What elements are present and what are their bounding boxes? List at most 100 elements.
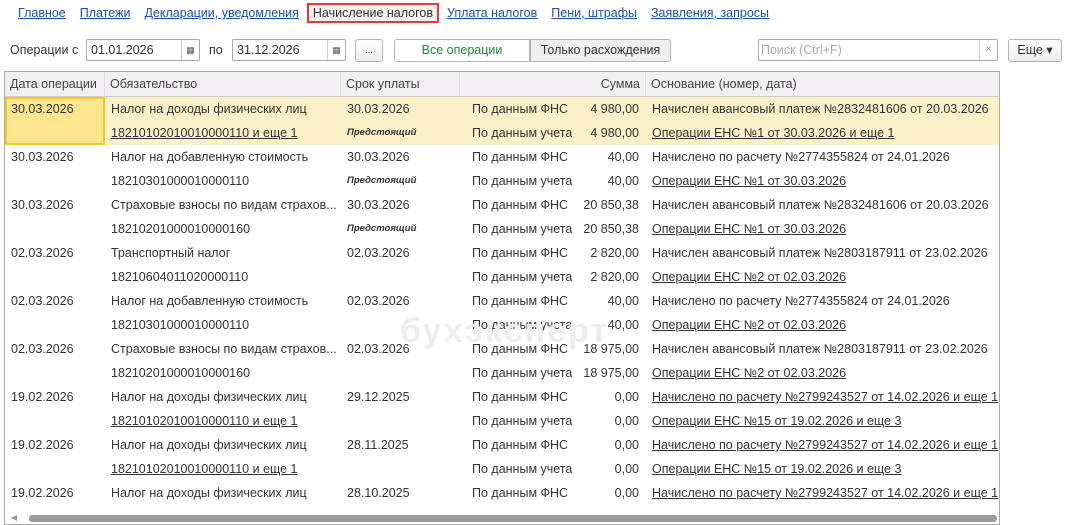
horizontal-scrollbar[interactable]: ◀ xyxy=(5,512,999,524)
kbk-code: 18210201000010000160 xyxy=(111,222,251,236)
source-label: По данным учета xyxy=(472,174,573,188)
clear-icon[interactable]: × xyxy=(979,40,997,60)
table-row[interactable]: 02.03.2026 Страховые взносы по видам стр… xyxy=(5,337,999,385)
table-row[interactable]: 30.03.2026 Страховые взносы по видам стр… xyxy=(5,193,999,241)
obligation-name: Налог на добавленную стоимость xyxy=(111,150,309,164)
ens-operations-link[interactable]: Операции ЕНС №15 от 19.02.2026 и еще 3 xyxy=(646,457,999,481)
header-basis[interactable]: Основание (номер, дата) xyxy=(646,72,999,96)
operation-date: 02.03.2026 xyxy=(11,294,74,308)
status-badge xyxy=(341,457,460,481)
source-label: По данным учета xyxy=(472,318,573,332)
obligation-name: Налог на доходы физических лиц xyxy=(111,102,307,116)
amount-fns: 2 820,00 xyxy=(590,246,639,260)
date-to-input[interactable]: 31.12.2026 ▦ xyxy=(232,39,346,61)
source-label: По данным учета xyxy=(472,270,573,284)
search-input[interactable]: Поиск (Ctrl+F) × xyxy=(758,39,998,61)
nav-penalties[interactable]: Пени, штрафы xyxy=(551,6,637,23)
due-date: 02.03.2026 xyxy=(347,294,410,308)
basis-document: Начислено по расчету №2774355824 от 24.0… xyxy=(652,150,950,164)
obligation-name: Налог на доходы физических лиц xyxy=(111,390,307,404)
table-row[interactable]: 19.02.2026 Налог на доходы физических ли… xyxy=(5,385,999,433)
calendar-icon[interactable]: ▦ xyxy=(181,40,199,60)
operation-date: 02.03.2026 xyxy=(11,342,74,356)
amount-fns: 18 975,00 xyxy=(583,342,639,356)
obligation-name: Страховые взносы по видам страхов... xyxy=(111,342,337,356)
source-label: По данным ФНС xyxy=(472,438,569,452)
period-button[interactable]: ... xyxy=(355,39,383,62)
amount-accounting: 2 820,00 xyxy=(590,270,639,284)
source-label: По данным учета xyxy=(472,462,573,476)
table-row[interactable]: 02.03.2026 Налог на добавленную стоимост… xyxy=(5,289,999,337)
header-date[interactable]: Дата операции xyxy=(5,72,105,96)
table-header: Дата операции Обязательство Срок уплаты … xyxy=(5,72,999,97)
amount-fns: 4 980,00 xyxy=(590,102,639,116)
ens-operations-link[interactable]: Операции ЕНС №15 от 19.02.2026 и еще 3 xyxy=(646,409,999,433)
kbk-code: 18210604011020000110 xyxy=(111,270,249,284)
nav-tax-accrual[interactable]: Начисление налогов xyxy=(306,3,440,23)
source-label: По данным ФНС xyxy=(472,486,569,500)
kbk-code[interactable]: 18210102010010000110 и еще 1 xyxy=(105,121,341,145)
kbk-code: 18210201000010000160 xyxy=(111,366,251,380)
due-date: 29.12.2025 xyxy=(347,390,410,404)
basis-document[interactable]: Начислено по расчету №2799243527 от 14.0… xyxy=(646,385,999,409)
obligation-name: Налог на доходы физических лиц xyxy=(111,438,307,452)
table-body: 30.03.2026 Налог на доходы физических ли… xyxy=(5,97,999,524)
nav-main[interactable]: Главное xyxy=(18,6,66,23)
operation-date: 30.03.2026 xyxy=(11,102,74,116)
due-date: 28.10.2025 xyxy=(347,486,410,500)
header-deadline[interactable]: Срок уплаты xyxy=(341,72,460,96)
status-badge xyxy=(341,265,460,289)
ens-operations-link[interactable]: Операции ЕНС №1 от 30.03.2026 xyxy=(646,217,999,241)
nav-declarations[interactable]: Декларации, уведомления xyxy=(144,6,298,23)
header-sum[interactable]: Сумма xyxy=(460,72,646,96)
all-operations-toggle[interactable]: Все операции xyxy=(394,39,530,62)
table-row[interactable]: 30.03.2026 Налог на добавленную стоимост… xyxy=(5,145,999,193)
date-to-value: 31.12.2026 xyxy=(237,43,300,57)
kbk-code[interactable]: 18210102010010000110 и еще 1 xyxy=(105,457,341,481)
status-badge: Предстоящий xyxy=(347,127,417,138)
ens-operations-link[interactable]: Операции ЕНС №2 от 02.03.2026 xyxy=(646,361,999,385)
table-row[interactable]: 02.03.2026 Транспортный налог 18210604011… xyxy=(5,241,999,289)
toolbar: Операции с 01.01.2026 ▦ по 31.12.2026 ▦ ..… xyxy=(10,39,1072,62)
table-row[interactable]: 19.02.2026 Налог на доходы физических ли… xyxy=(5,433,999,481)
search-placeholder: Поиск (Ctrl+F) xyxy=(761,43,842,57)
amount-fns: 0,00 xyxy=(614,438,639,452)
basis-document[interactable]: Начислено по расчету №2799243527 от 14.0… xyxy=(646,433,999,457)
amount-fns: 20 850,38 xyxy=(583,198,639,212)
basis-document[interactable]: Начислено по расчету №2799243527 от 14.0… xyxy=(646,481,999,505)
operation-date: 30.03.2026 xyxy=(11,198,74,212)
nav-tax-payment[interactable]: Уплата налогов xyxy=(447,6,537,23)
basis-document: Начислен авансовый платеж №2832481606 от… xyxy=(652,198,989,212)
amount-fns: 40,00 xyxy=(607,150,639,164)
status-badge: Предстоящий xyxy=(347,175,417,186)
table-row[interactable]: 30.03.2026 Налог на доходы физических ли… xyxy=(5,97,999,145)
scrollbar-thumb[interactable] xyxy=(29,515,997,522)
kbk-code[interactable]: 18210102010010000110 и еще 1 xyxy=(105,409,341,433)
amount-accounting: 18 975,00 xyxy=(583,366,639,380)
ens-operations-link[interactable]: Операции ЕНС №2 от 02.03.2026 xyxy=(646,265,999,289)
header-obligation[interactable]: Обязательство xyxy=(105,72,341,96)
basis-document: Начислено по расчету №2774355824 от 24.0… xyxy=(652,294,950,308)
calendar-icon[interactable]: ▦ xyxy=(327,40,345,60)
more-button[interactable]: Еще ▾ xyxy=(1008,39,1062,62)
source-label: По данным учета xyxy=(472,414,573,428)
ens-operations-link[interactable]: Операции ЕНС №2 от 02.03.2026 xyxy=(646,313,999,337)
source-label: По данным учета xyxy=(472,126,573,140)
nav-requests[interactable]: Заявления, запросы xyxy=(651,6,769,23)
operations-from-label: Операции с xyxy=(10,43,79,57)
date-from-input[interactable]: 01.01.2026 ▦ xyxy=(86,39,200,61)
ens-operations-link[interactable]: Операции ЕНС №1 от 30.03.2026 xyxy=(646,169,999,193)
nav-payments[interactable]: Платежи xyxy=(80,6,131,23)
only-differences-toggle[interactable]: Только расхождения xyxy=(530,39,671,62)
kbk-code: 18210301000010000110 xyxy=(111,318,250,332)
operation-date: 30.03.2026 xyxy=(11,150,74,164)
status-badge xyxy=(341,361,460,385)
basis-document: Начислен авансовый платеж №2803187911 от… xyxy=(652,246,988,260)
accruals-table: Дата операции Обязательство Срок уплаты … xyxy=(4,71,1000,525)
kbk-code: 18210301000010000110 xyxy=(111,174,250,188)
scroll-left-icon[interactable]: ◀ xyxy=(11,513,17,522)
operation-date: 19.02.2026 xyxy=(11,438,74,452)
amount-fns: 40,00 xyxy=(607,294,639,308)
source-label: По данным ФНС xyxy=(472,246,569,260)
ens-operations-link[interactable]: Операции ЕНС №1 от 30.03.2026 и еще 1 xyxy=(646,121,999,145)
